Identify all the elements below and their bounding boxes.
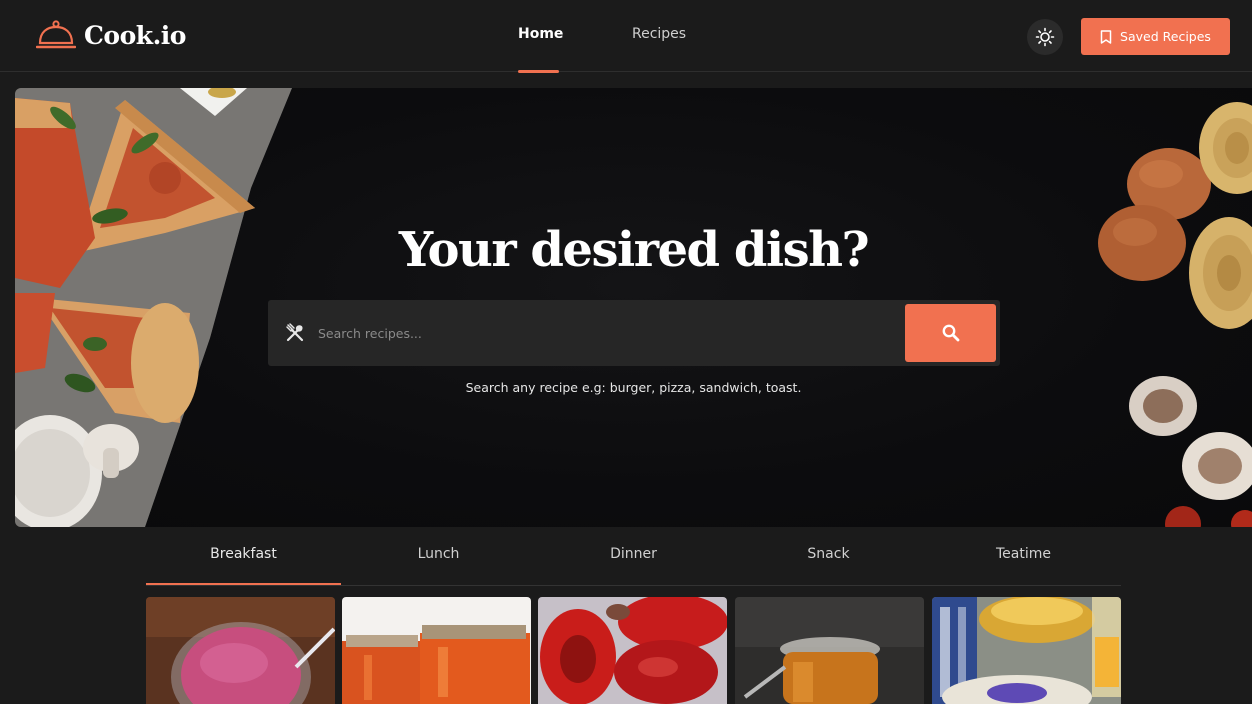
saved-recipes-label: Saved Recipes: [1120, 29, 1211, 44]
tab-snack[interactable]: Snack: [731, 546, 926, 562]
search-button[interactable]: [905, 304, 996, 362]
recipe-image-breakfast-table: [932, 597, 1121, 704]
logo-text: Cook.io: [84, 20, 186, 50]
tab-lunch[interactable]: Lunch: [341, 546, 536, 562]
tab-dinner[interactable]: Dinner: [536, 546, 731, 562]
hero-banner: Your desired dish? Search any recipe e.g…: [15, 88, 1252, 527]
theme-toggle-button[interactable]: [1027, 19, 1063, 55]
utensils-icon: [286, 323, 304, 342]
recipe-image-honey-jar: [735, 597, 924, 704]
recipe-image-roasted-peppers: [538, 597, 727, 704]
tab-breakfast[interactable]: Breakfast: [146, 546, 341, 562]
saved-recipes-button[interactable]: Saved Recipes: [1081, 18, 1230, 55]
search-hint: Search any recipe e.g: burger, pizza, sa…: [465, 380, 802, 395]
bookmark-icon: [1100, 29, 1112, 44]
recipe-card[interactable]: [735, 597, 924, 704]
meal-type-tabs: Breakfast Lunch Dinner Snack Teatime: [146, 530, 1121, 586]
cloche-icon: [36, 20, 76, 49]
nav-active-indicator: [518, 70, 559, 73]
recipe-card[interactable]: [932, 597, 1121, 704]
tab-teatime[interactable]: Teatime: [926, 546, 1121, 562]
nav-home[interactable]: Home: [518, 26, 563, 42]
recipe-card[interactable]: [538, 597, 727, 704]
search-icon: [942, 324, 959, 342]
recipe-card[interactable]: [146, 597, 335, 704]
top-header: Cook.io Home Recipes Saved Recipes: [0, 0, 1252, 73]
hero-title: Your desired dish?: [398, 222, 870, 278]
logo[interactable]: Cook.io: [36, 18, 186, 52]
nav-recipes[interactable]: Recipes: [632, 26, 686, 42]
recipe-image-smoothie: [146, 597, 335, 704]
tab-active-indicator: [146, 583, 341, 585]
search-bar: [268, 300, 1000, 366]
search-input[interactable]: [318, 314, 898, 352]
sun-icon: [1035, 27, 1055, 47]
recipe-image-marmalade-jars: [342, 597, 531, 704]
recipe-card[interactable]: [342, 597, 531, 704]
